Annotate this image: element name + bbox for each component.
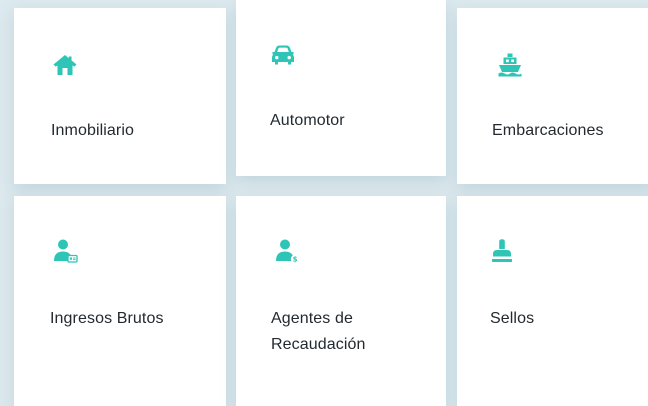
card-agentes-de-recaudacion[interactable]: $ Agentes de Recaudación bbox=[236, 196, 446, 406]
card-sellos[interactable]: Sellos bbox=[457, 196, 648, 406]
car-icon bbox=[270, 42, 296, 68]
user-card-icon bbox=[52, 238, 78, 264]
user-dollar-icon: $ bbox=[274, 238, 300, 264]
card-inmobiliario[interactable]: Inmobiliario bbox=[14, 8, 226, 184]
house-icon bbox=[52, 52, 78, 78]
svg-text:$: $ bbox=[293, 256, 298, 264]
card-label: Inmobiliario bbox=[51, 122, 135, 139]
card-ingresos-brutos[interactable]: Ingresos Brutos bbox=[14, 196, 226, 406]
card-label: Automotor bbox=[270, 112, 345, 129]
card-label: Sellos bbox=[490, 310, 535, 327]
ship-icon bbox=[497, 52, 523, 78]
card-label: Embarcaciones bbox=[492, 122, 604, 139]
card-embarcaciones[interactable]: Embarcaciones bbox=[457, 8, 648, 184]
card-automotor[interactable]: Automotor bbox=[236, 0, 446, 176]
stamp-icon bbox=[489, 238, 515, 264]
card-label: Agentes de Recaudación bbox=[271, 310, 366, 353]
card-label: Ingresos Brutos bbox=[50, 310, 164, 327]
